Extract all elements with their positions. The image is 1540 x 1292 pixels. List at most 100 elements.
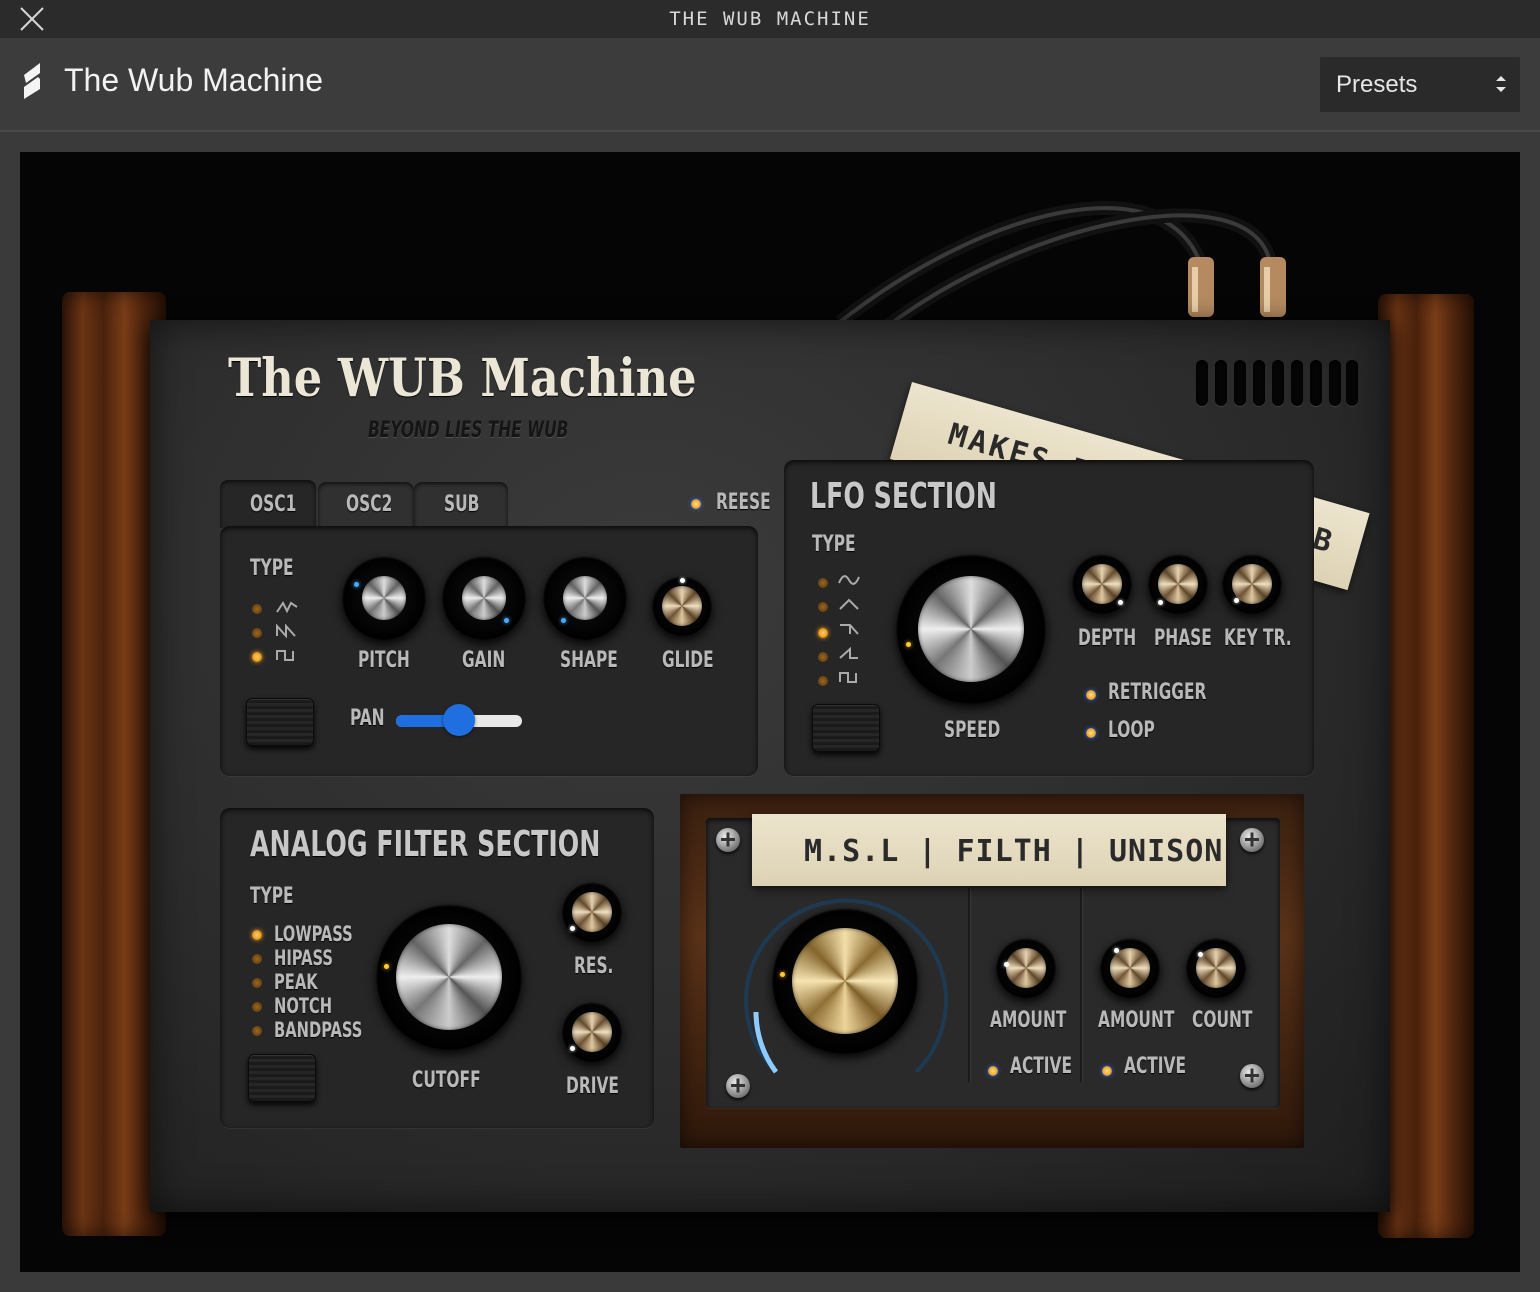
tab-osc2-label: OSC2 <box>346 492 393 517</box>
msl-main-arc <box>744 898 948 1074</box>
screw-icon <box>716 828 740 852</box>
loop-label: LOOP <box>1108 718 1155 743</box>
osc-section: TYPE PITCH GAIN SHAPE GLIDE PAN <box>220 526 758 776</box>
unison-amount-label: AMOUNT <box>1098 1008 1175 1033</box>
cutoff-knob[interactable] <box>376 904 522 1050</box>
sine-wave-icon <box>838 575 860 585</box>
gain-knob[interactable] <box>442 556 526 640</box>
plugin-tagline: BEYOND LIES THE WUB <box>368 418 569 443</box>
lfo-phase-knob[interactable] <box>1148 554 1208 614</box>
lfo-type-led-saw[interactable] <box>818 628 828 638</box>
unison-count-label: COUNT <box>1192 1008 1253 1033</box>
unison-amount-knob[interactable] <box>1100 938 1160 998</box>
vent-grille <box>1196 360 1358 410</box>
ramp-wave-icon <box>839 646 858 659</box>
drive-label: DRIVE <box>566 1074 619 1099</box>
window-titlebar: THE WUB MACHINE <box>0 0 1540 38</box>
filter-led-bandpass[interactable] <box>252 1026 262 1036</box>
triangle-wave-icon <box>839 598 859 610</box>
reese-led[interactable] <box>691 499 701 509</box>
osc-type-label: TYPE <box>250 556 294 581</box>
osc-type-led-square[interactable] <box>252 652 262 662</box>
tab-sub-label: SUB <box>444 492 480 517</box>
filter-led-notch[interactable] <box>252 1002 262 1012</box>
tape-label-msl-text: M.S.L | FILTH | UNISON <box>804 834 1224 869</box>
zigzag-wave-icon <box>276 624 296 638</box>
pitch-label: PITCH <box>358 648 410 673</box>
osc-type-led-zigzag[interactable] <box>252 628 262 638</box>
pan-label: PAN <box>350 706 385 731</box>
lfo-type-label: TYPE <box>812 532 856 557</box>
glide-label: GLIDE <box>662 648 714 673</box>
filth-active-led[interactable] <box>988 1066 998 1076</box>
resonance-knob[interactable] <box>562 882 622 942</box>
cutoff-label: CUTOFF <box>412 1068 481 1093</box>
filth-amount-label: AMOUNT <box>990 1008 1067 1033</box>
wub-machine-plugin: The WUB Machine BEYOND LIES THE WUB MAKE… <box>20 152 1520 1272</box>
lfo-type-led-square[interactable] <box>818 676 828 686</box>
filth-active-label: ACTIVE <box>1010 1054 1073 1079</box>
shape-label: SHAPE <box>560 648 618 673</box>
lfo-title: LFO SECTION <box>810 476 997 517</box>
filter-led-hipass[interactable] <box>252 954 262 964</box>
lfo-keytrack-label: KEY TR. <box>1224 626 1292 651</box>
lfo-keytrack-knob[interactable] <box>1222 554 1282 614</box>
filter-type-hipass: HIPASS <box>274 946 334 970</box>
app-title: The Wub Machine <box>64 62 324 98</box>
pitch-knob[interactable] <box>342 556 426 640</box>
presets-select[interactable]: Presets <box>1320 57 1520 112</box>
resonance-label: RES. <box>574 954 614 979</box>
lfo-phase-label: PHASE <box>1154 626 1212 651</box>
plugin-logo: The WUB Machine <box>228 348 697 409</box>
msl-divider <box>1080 888 1082 1082</box>
filter-section: ANALOG FILTER SECTION TYPE LOWPASS HIPAS… <box>220 808 654 1128</box>
unison-active-led[interactable] <box>1102 1066 1112 1076</box>
filter-led-peak[interactable] <box>252 978 262 988</box>
lfo-preset-button[interactable] <box>812 704 880 752</box>
osc-preset-button[interactable] <box>246 698 314 746</box>
shape-knob[interactable] <box>543 556 627 640</box>
glide-knob[interactable] <box>652 576 712 636</box>
square-wave-icon <box>276 650 294 661</box>
filter-type-peak: PEAK <box>274 970 318 994</box>
wood-panel-right <box>1378 294 1474 1238</box>
tab-osc1-label: OSC1 <box>250 492 297 517</box>
screw-icon <box>1240 828 1264 852</box>
filter-led-lowpass[interactable] <box>252 930 262 940</box>
tape-label-msl: M.S.L | FILTH | UNISON <box>752 814 1226 886</box>
app-logo-icon <box>24 63 40 99</box>
drive-knob[interactable] <box>562 1002 622 1062</box>
lfo-type-led-sine[interactable] <box>818 578 828 588</box>
filter-type-notch: NOTCH <box>274 994 333 1018</box>
msl-divider <box>968 888 970 1082</box>
filter-type-label: TYPE <box>250 884 294 909</box>
lfo-type-led-ramp[interactable] <box>818 652 828 662</box>
unison-count-knob[interactable] <box>1186 938 1246 998</box>
retrigger-label: RETRIGGER <box>1108 680 1207 705</box>
reese-label: REESE <box>716 490 771 515</box>
loop-led[interactable] <box>1086 728 1096 738</box>
lfo-depth-label: DEPTH <box>1078 626 1137 651</box>
filth-amount-knob[interactable] <box>996 938 1056 998</box>
chevron-updown-icon <box>1496 76 1506 92</box>
presets-label: Presets <box>1336 71 1418 98</box>
lfo-section: LFO SECTION TYPE SPEED DEPTH PHASE KEY T… <box>784 460 1314 776</box>
synth-panel: The WUB Machine BEYOND LIES THE WUB MAKE… <box>150 320 1390 1212</box>
lfo-speed-knob[interactable] <box>896 554 1046 704</box>
lfo-type-led-triangle[interactable] <box>818 602 828 612</box>
filter-preset-button[interactable] <box>248 1054 316 1102</box>
saw-wave-icon <box>276 601 298 614</box>
saw-down-wave-icon <box>840 624 859 635</box>
filter-type-lowpass: LOWPASS <box>274 922 353 946</box>
filter-type-bandpass: BANDPASS <box>274 1018 363 1042</box>
plugin-view: The WUB Machine BEYOND LIES THE WUB MAKE… <box>20 152 1520 1272</box>
lfo-depth-knob[interactable] <box>1072 554 1132 614</box>
window-title: THE WUB MACHINE <box>669 8 871 30</box>
screw-icon <box>1240 1064 1264 1088</box>
square-wave-icon <box>839 672 857 683</box>
pan-slider[interactable] <box>396 704 522 738</box>
retrigger-led[interactable] <box>1086 690 1096 700</box>
gain-label: GAIN <box>462 648 506 673</box>
unison-active-label: ACTIVE <box>1124 1054 1187 1079</box>
osc-type-led-saw[interactable] <box>252 604 262 614</box>
